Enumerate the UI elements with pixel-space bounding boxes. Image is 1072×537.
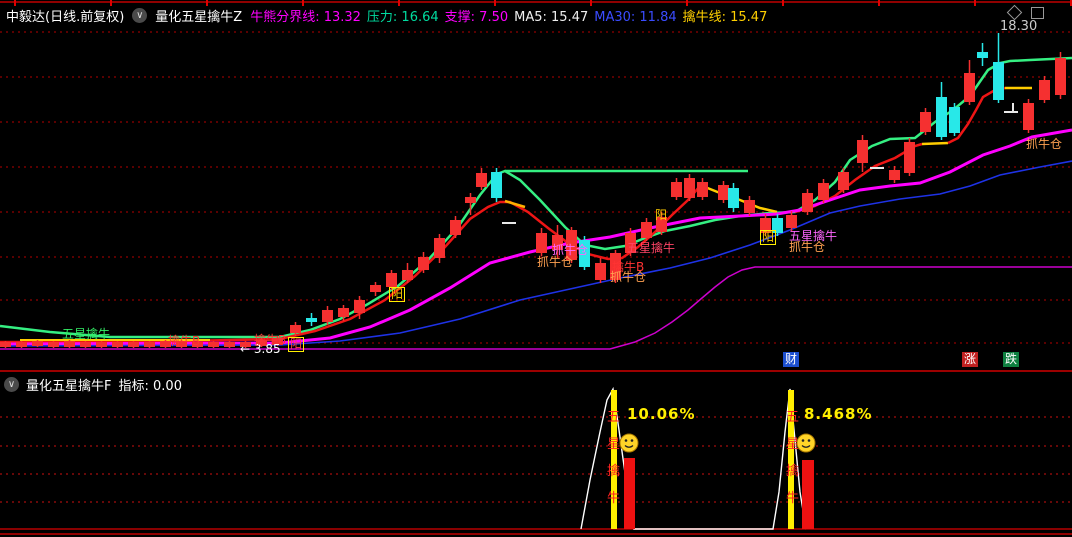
candle-body <box>48 342 59 347</box>
candle-body <box>80 342 91 347</box>
signal-yellow-bar <box>788 390 794 529</box>
marker-button-涨[interactable]: 涨 <box>962 352 978 367</box>
qinniu-yellow-4-line <box>921 141 949 146</box>
candle-body <box>936 97 947 137</box>
candle-body <box>904 142 915 173</box>
candle-body <box>476 173 487 187</box>
candle-body <box>718 185 729 200</box>
candle-body <box>964 73 975 102</box>
candle-body <box>96 342 107 347</box>
signal-red-bar <box>802 460 814 529</box>
candle-body <box>64 341 75 347</box>
chevron-circle-icon[interactable]: ∨ <box>4 377 19 392</box>
candle-body <box>256 340 267 346</box>
candle-body <box>857 140 868 163</box>
candle-body <box>786 215 797 228</box>
candle-body <box>160 341 171 347</box>
smiley-icon <box>619 433 639 453</box>
candle-body <box>354 300 365 313</box>
signal-red-bar <box>624 458 635 529</box>
candle-body <box>450 220 461 235</box>
candle-body <box>491 172 502 198</box>
smiley-eye <box>807 439 811 442</box>
candle-body <box>434 238 445 258</box>
candle-body <box>671 182 682 197</box>
candle-body <box>0 342 11 347</box>
candle-body <box>306 318 317 322</box>
candle-body <box>208 342 219 347</box>
candle-body <box>224 342 235 347</box>
price-dash-marker <box>870 167 884 169</box>
candle-body <box>1055 58 1066 95</box>
candle-body <box>386 273 397 287</box>
candle-body <box>697 182 708 197</box>
candle-body <box>112 342 123 347</box>
candle-body <box>1039 80 1050 100</box>
candle-body <box>949 107 960 133</box>
candle-body <box>1023 103 1034 130</box>
candle-body <box>16 342 27 347</box>
candle-body <box>144 342 155 347</box>
candle-body <box>772 218 783 233</box>
price-dash-marker <box>1012 103 1014 113</box>
candle-body <box>920 112 931 132</box>
smiley-eye <box>801 439 805 442</box>
candle-body <box>889 170 900 180</box>
window-icon[interactable] <box>1031 7 1044 19</box>
candle-body <box>290 325 301 333</box>
candle-body <box>176 341 187 347</box>
candle-body <box>818 183 829 200</box>
candle-body <box>552 235 563 250</box>
smiley-icon <box>796 433 816 453</box>
candle-body <box>838 172 849 190</box>
candle-body <box>566 230 577 260</box>
marker-button-跌[interactable]: 跌 <box>1003 352 1019 367</box>
candle-body <box>418 257 429 270</box>
candle-body <box>744 200 755 213</box>
candle-body <box>656 217 667 232</box>
candle-body <box>760 218 771 233</box>
price-chart-canvas[interactable] <box>0 0 1072 537</box>
candle-body <box>728 188 739 208</box>
smiley-eye <box>630 439 634 442</box>
candle-body <box>595 263 606 280</box>
candle-body <box>322 310 333 322</box>
candle-body <box>240 342 251 347</box>
candle-body <box>625 233 636 253</box>
ma-blue-line <box>0 160 1072 347</box>
candle-body <box>32 341 43 346</box>
candle-body <box>536 233 547 253</box>
candle-body <box>610 253 621 280</box>
price-dash-marker <box>1004 111 1018 113</box>
candle-body <box>684 178 695 198</box>
candle-body <box>579 240 590 267</box>
candle-body <box>338 308 349 317</box>
signal-yellow-bar <box>611 390 617 529</box>
candle-body <box>993 62 1004 100</box>
candle-body <box>641 222 652 238</box>
marker-button-财[interactable]: 财 <box>783 352 799 367</box>
candle-body <box>802 193 813 212</box>
candle-body <box>465 197 476 203</box>
candle-body <box>128 342 139 347</box>
candle-body <box>977 52 988 58</box>
candle-body <box>402 270 413 280</box>
diamond-icon[interactable] <box>1006 4 1023 21</box>
candle-body <box>370 285 381 292</box>
chevron-circle-icon[interactable]: ∨ <box>132 7 148 23</box>
candle-body <box>272 338 283 345</box>
corner-icons <box>1006 4 1044 21</box>
price-dash-marker <box>502 222 516 224</box>
trading-app-window: 中毅达(日线.前复权) ∨ 量化五星擒牛Z 牛熊分界线: 13.32 压力: 16… <box>0 0 1072 537</box>
candle-body <box>192 342 203 347</box>
smiley-eye <box>624 439 628 442</box>
